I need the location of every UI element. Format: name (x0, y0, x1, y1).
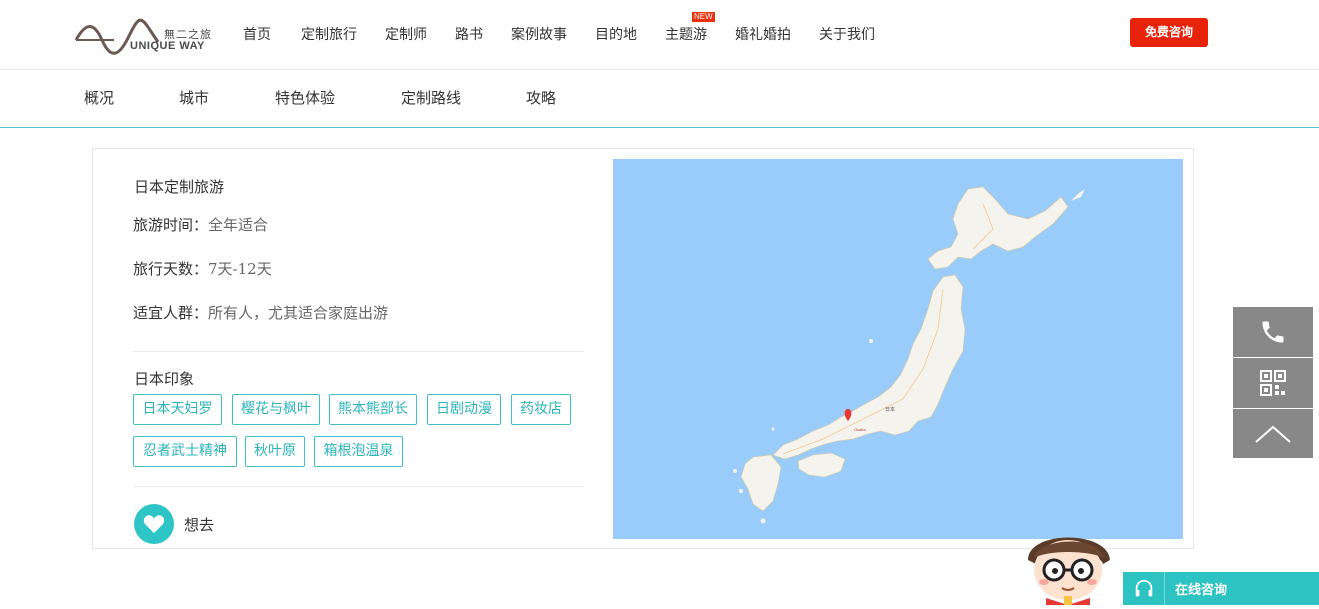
want-to-go-button[interactable]: 想去 (134, 504, 214, 544)
online-chat-bar[interactable]: 在线咨询 (1123, 572, 1319, 605)
top-header: 無二之旅 UNIQUE WAY 首页 定制旅行 定制师 路书 案例故事 目的地 … (0, 0, 1319, 70)
info-value: 所有人，尤其适合家庭出游 (208, 304, 389, 322)
free-consult-button[interactable]: 免费咨询 (1130, 18, 1208, 47)
nav-roadbook[interactable]: 路书 (455, 24, 483, 46)
nav-destinations[interactable]: 目的地 (595, 24, 637, 46)
info-row-suitable-people: 适宜人群：所有人，尤其适合家庭出游 (133, 302, 388, 323)
nav-custom-travel[interactable]: 定制旅行 (301, 24, 357, 46)
mascot-image (1018, 520, 1118, 605)
want-label: 想去 (184, 515, 215, 534)
divider (133, 486, 584, 487)
site-logo[interactable]: 無二之旅 UNIQUE WAY (74, 12, 219, 56)
destination-title: 日本定制旅游 (134, 178, 225, 196)
subnav-overview[interactable]: 概况 (84, 87, 114, 108)
tag-ninja-samurai[interactable]: 忍者武士精神 (133, 436, 237, 467)
info-key: 旅游时间： (133, 216, 209, 234)
subnav-cities[interactable]: 城市 (179, 87, 209, 108)
tag-tempura[interactable]: 日本天妇罗 (133, 394, 222, 425)
main-nav: 首页 定制旅行 定制师 路书 案例故事 目的地 主题游 NEW 婚礼婚拍 关于我… (243, 12, 903, 46)
japan-map-svg: Osaka 日本 (733, 186, 1085, 524)
info-value: 7天-12天 (208, 260, 272, 278)
map-capital-label: 日本 (885, 406, 895, 413)
phone-button[interactable] (1233, 307, 1313, 357)
new-badge: NEW (692, 12, 715, 22)
divider (133, 351, 584, 352)
nav-theme-tours[interactable]: 主题游 NEW (665, 12, 715, 46)
destination-subnav: 概况 城市 特色体验 定制路线 攻略 (0, 70, 1319, 128)
info-row-trip-days: 旅行天数：7天-12天 (133, 258, 272, 279)
logo-english-text: UNIQUE WAY (130, 40, 205, 52)
map-marker-label: Osaka (854, 427, 866, 432)
side-float-panel (1233, 307, 1313, 459)
qrcode-button[interactable] (1233, 358, 1313, 408)
nav-theme-tours-label: 主题游 (665, 27, 707, 43)
nav-case-stories[interactable]: 案例故事 (511, 24, 567, 46)
tag-drugstore[interactable]: 药妆店 (511, 394, 571, 425)
subnav-guides[interactable]: 攻略 (526, 87, 556, 108)
tag-sakura-maple[interactable]: 樱花与枫叶 (232, 394, 320, 425)
qrcode-icon (1260, 370, 1286, 396)
nav-wedding[interactable]: 婚礼婚拍 (735, 24, 791, 46)
phone-icon (1262, 321, 1284, 343)
tag-akihabara[interactable]: 秋叶原 (245, 436, 305, 467)
info-key: 旅行天数： (133, 260, 209, 278)
destination-card: 日本定制旅游 旅游时间：全年适合 旅行天数：7天-12天 适宜人群：所有人，尤其… (92, 148, 1194, 549)
tag-hakone-onsen[interactable]: 箱根泡温泉 (314, 436, 403, 467)
tag-anime-drama[interactable]: 日剧动漫 (427, 394, 501, 425)
nav-planners[interactable]: 定制师 (385, 24, 427, 46)
info-value: 全年适合 (208, 216, 269, 234)
japan-map[interactable]: Osaka 日本 (613, 159, 1183, 539)
tag-kumamon[interactable]: 熊本熊部长 (329, 394, 417, 425)
back-to-top-icon (1255, 425, 1291, 443)
impression-title: 日本印象 (134, 370, 195, 388)
subnav-routes[interactable]: 定制路线 (401, 87, 461, 108)
nav-about-us[interactable]: 关于我们 (819, 24, 875, 46)
online-chat-label: 在线咨询 (1175, 583, 1228, 598)
nav-home[interactable]: 首页 (243, 24, 271, 46)
back-to-top-button[interactable] (1233, 409, 1313, 458)
heart-icon (134, 504, 174, 544)
info-row-travel-time: 旅游时间：全年适合 (133, 214, 268, 235)
headset-icon (1123, 572, 1165, 605)
subnav-experiences[interactable]: 特色体验 (275, 87, 335, 108)
info-key: 适宜人群： (133, 304, 209, 322)
